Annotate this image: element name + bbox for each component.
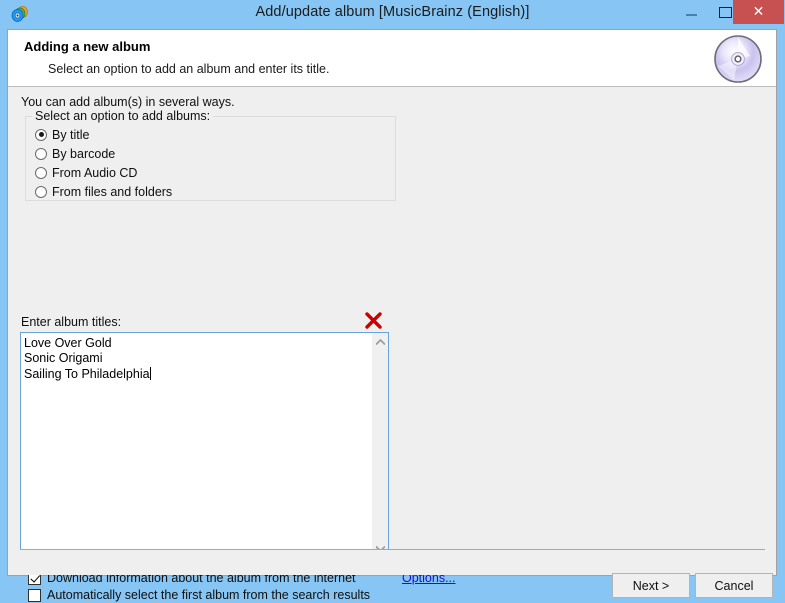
minimize-button[interactable] bbox=[676, 0, 706, 24]
red-x-icon[interactable] bbox=[364, 311, 383, 330]
maximize-icon bbox=[718, 6, 732, 18]
radio-by-title-indicator bbox=[35, 128, 47, 141]
radio-by-barcode-label: By barcode bbox=[52, 146, 116, 161]
wizard-header: Adding a new album Select an option to a… bbox=[8, 30, 776, 87]
next-button[interactable]: Next > bbox=[612, 573, 690, 598]
dialog-window: Add/update album [MusicBrainz (English)]… bbox=[0, 0, 785, 602]
title-bar: Add/update album [MusicBrainz (English)]… bbox=[0, 0, 785, 29]
minimize-icon bbox=[685, 14, 697, 16]
checkbox-auto-select-first-label: Automatically select the first album fro… bbox=[47, 588, 371, 602]
wizard-header-subtitle: Select an option to add an album and ent… bbox=[48, 62, 330, 76]
radio-from-audio-cd-indicator bbox=[35, 166, 47, 179]
wizard-header-title: Adding a new album bbox=[24, 39, 151, 54]
radio-by-barcode-indicator bbox=[35, 147, 47, 160]
dialog-client-area: Adding a new album Select an option to a… bbox=[7, 29, 777, 602]
radio-from-files-and-folders-indicator bbox=[35, 185, 47, 198]
scroll-up-icon[interactable] bbox=[372, 333, 389, 350]
album-titles-label: Enter album titles: bbox=[21, 315, 122, 329]
radio-from-files-and-folders[interactable]: From files and folders bbox=[35, 183, 172, 200]
radio-from-audio-cd[interactable]: From Audio CD bbox=[35, 164, 137, 181]
add-option-groupbox-legend: Select an option to add albums: bbox=[32, 109, 214, 123]
intro-text: You can add album(s) in several ways. bbox=[21, 95, 235, 109]
album-titles-scrollbar[interactable] bbox=[371, 333, 388, 557]
compact-disc-icon bbox=[712, 33, 764, 85]
dialog-footer: Next > Cancel bbox=[8, 550, 776, 598]
radio-from-audio-cd-label: From Audio CD bbox=[52, 165, 138, 180]
checkbox-auto-select-first-indicator bbox=[28, 588, 41, 602]
cancel-button[interactable]: Cancel bbox=[695, 573, 773, 598]
radio-by-title[interactable]: By title bbox=[35, 126, 90, 143]
radio-by-title-label: By title bbox=[52, 127, 90, 142]
checkbox-auto-select-first[interactable]: Automatically select the first album fro… bbox=[28, 587, 370, 603]
album-titles-value: Love Over Gold Sonic Origami Sailing To … bbox=[24, 336, 368, 382]
text-caret bbox=[149, 366, 151, 380]
radio-by-barcode[interactable]: By barcode bbox=[35, 145, 115, 162]
wizard-body: You can add album(s) in several ways. Se… bbox=[8, 87, 776, 602]
close-icon: ✕ bbox=[752, 4, 765, 20]
close-button[interactable]: ✕ bbox=[733, 0, 784, 24]
album-titles-input[interactable]: Love Over Gold Sonic Origami Sailing To … bbox=[20, 332, 389, 558]
radio-from-files-and-folders-label: From files and folders bbox=[52, 184, 173, 199]
window-title: Add/update album [MusicBrainz (English)] bbox=[255, 4, 530, 20]
album-titles-text: Love Over Gold Sonic Origami Sailing To … bbox=[24, 336, 150, 381]
